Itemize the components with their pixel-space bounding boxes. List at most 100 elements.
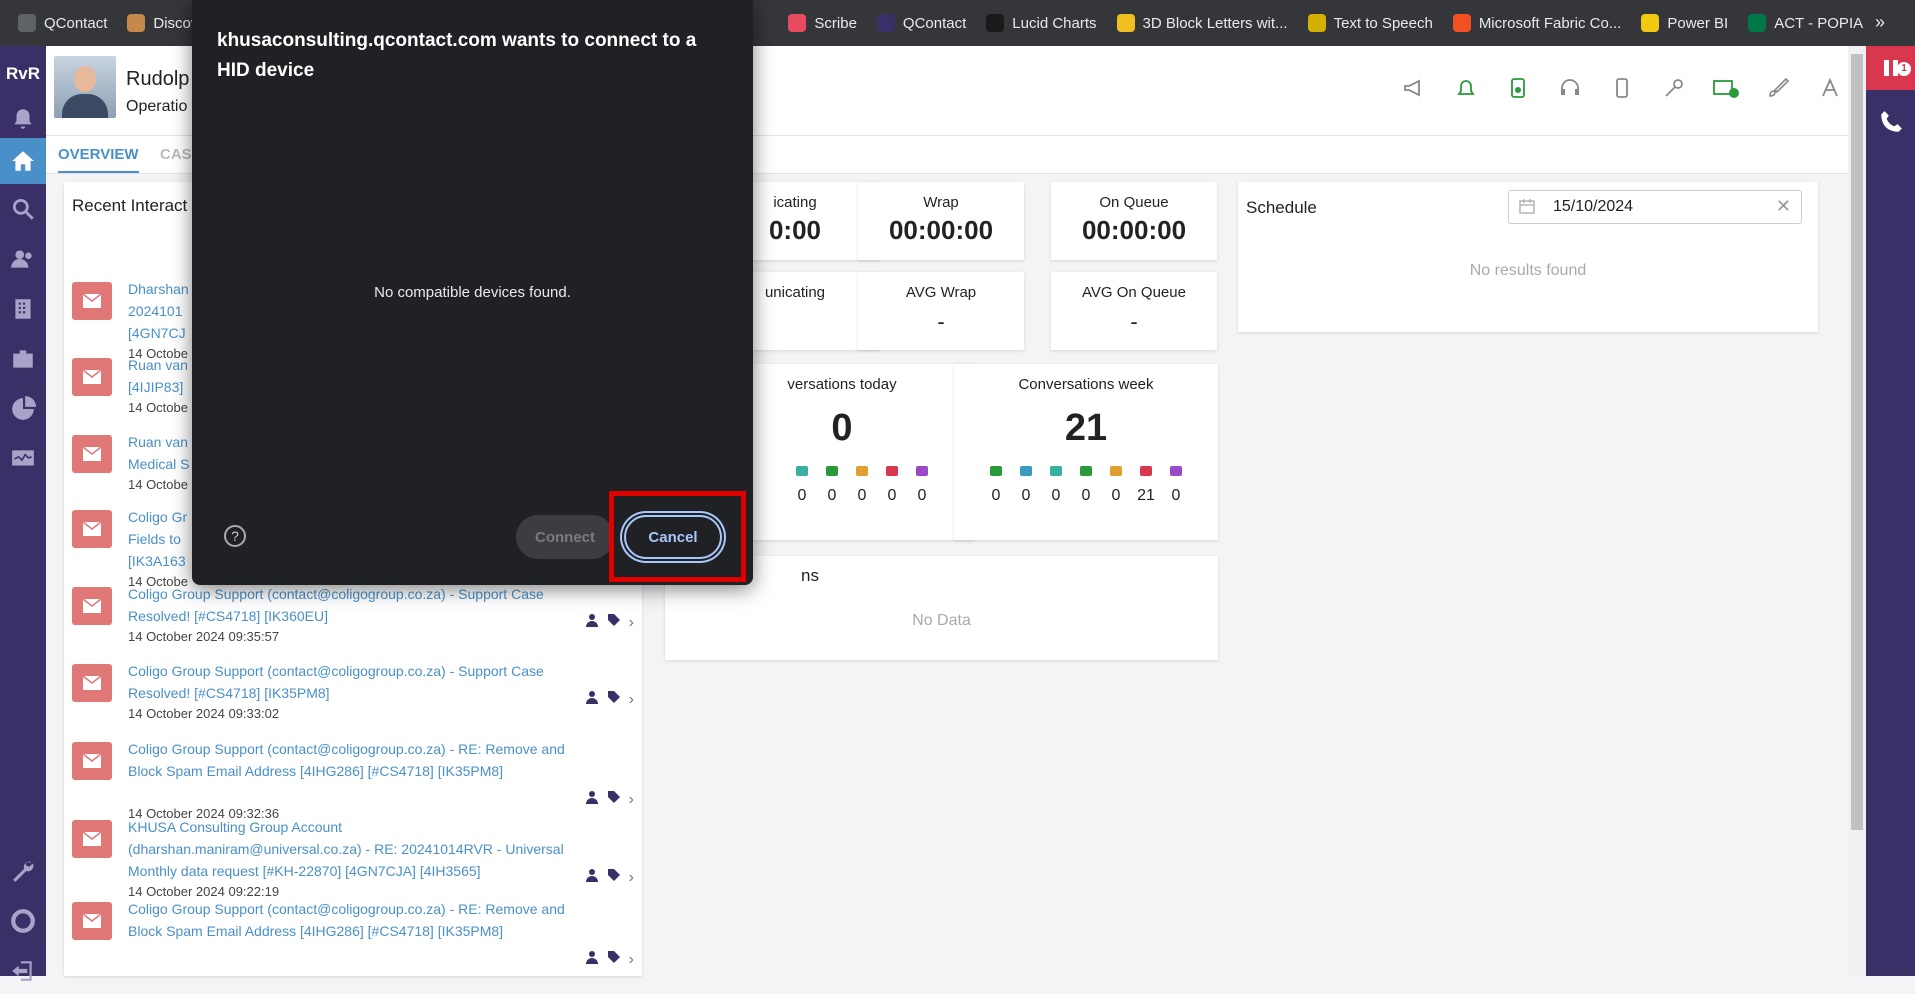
bookmark-favicon-icon [1641,14,1660,32]
tag-icon[interactable] [607,790,621,809]
bookmark-item[interactable]: Scribe [778,8,867,38]
tag-icon[interactable] [607,690,621,709]
speaker-icon[interactable] [1504,74,1532,102]
sessions-title: ns [801,566,819,585]
assigned-user-icon[interactable] [585,690,599,709]
assigned-user-icon[interactable] [585,613,599,632]
schedule-panel: Schedule 15/10/2024 ✕ No results found [1238,182,1818,332]
contacts-icon[interactable] [0,236,46,282]
bookmark-item[interactable]: ACT - POPIA [1738,8,1873,38]
whatsapp-icon [1076,464,1096,481]
tag-icon[interactable] [607,868,621,887]
interaction-subject[interactable]: Coligo Group Support (contact@coligogrou… [128,898,578,942]
user-role: Operatio [126,98,188,115]
notification-badge: 1 [1897,62,1911,76]
list-item[interactable]: Coligo Group Support (contact@coligogrou… [64,577,642,655]
bookmark-favicon-icon [1307,14,1326,32]
channel-count: 0 [917,487,927,504]
tag-icon[interactable] [607,613,621,632]
cases-icon[interactable] [0,336,46,382]
channel-count: 0 [857,487,867,504]
mobile-icon [1106,464,1126,481]
interaction-subject[interactable]: KHUSA Consulting Group Account (dharshan… [128,816,578,882]
font-icon[interactable] [1816,74,1844,102]
chevron-right-icon[interactable]: › [629,691,634,709]
list-item[interactable]: Coligo Group Support (contact@coligogrou… [64,892,642,970]
list-item[interactable]: Coligo Group Support (contact@coligogrou… [64,732,642,821]
chevron-right-icon[interactable]: › [629,951,634,969]
email-icon [72,742,112,780]
mobile-icon[interactable] [1608,74,1636,102]
alarm-bell-icon[interactable] [1452,74,1480,102]
tab-cases[interactable]: CAS [160,146,192,163]
home-icon[interactable] [0,138,46,184]
bookmark-item[interactable]: Lucid Charts [976,8,1106,38]
headset-icon[interactable] [1556,74,1584,102]
chevron-right-icon[interactable]: › [629,614,634,632]
phone-icon[interactable] [1866,102,1915,142]
cancel-button[interactable]: Cancel [624,515,722,559]
bookmark-favicon-icon [788,14,807,32]
mail-status-icon[interactable] [1712,74,1740,102]
transfer-icon [1166,464,1186,481]
connect-button[interactable]: Connect [516,515,614,559]
bookmark-label: QContact [44,14,108,32]
tab-overview[interactable]: OVERVIEW [58,146,139,173]
help-icon[interactable]: ? [224,525,246,547]
email-icon [1136,464,1156,481]
interaction-subject[interactable]: Coligo Group Support (contact@coligogrou… [128,583,578,627]
bookmark-item[interactable]: Text to Speech [1298,8,1443,38]
bookmark-item[interactable]: QContact [867,8,976,38]
megaphone-icon[interactable] [1400,74,1428,102]
recent-interactions-title: Recent Interact [72,196,188,215]
help-lifebuoy-icon[interactable] [0,898,46,944]
stat-on-queue: On Queue 00:00:00 [1051,182,1217,260]
bookmark-item[interactable]: 3D Block Letters wit... [1107,8,1298,38]
bookmarks-more-button[interactable]: » [1875,12,1885,33]
list-item[interactable]: KHUSA Consulting Group Account (dharshan… [64,810,642,899]
schedule-date-input[interactable]: 15/10/2024 ✕ [1508,190,1802,224]
pause-button[interactable]: 1 [1866,46,1915,90]
key-icon[interactable] [1660,74,1688,102]
monitor-icon[interactable] [0,436,46,482]
notifications-icon[interactable] [0,96,46,142]
logout-icon[interactable] [0,948,46,994]
bookmark-label: Power BI [1667,14,1729,32]
search-icon[interactable] [0,186,46,232]
reports-icon[interactable] [0,386,46,432]
interaction-date: 14 Octobe [128,400,188,415]
bookmark-item[interactable]: QContact [8,8,117,38]
transfer-icon [912,464,932,481]
list-item[interactable]: Coligo Group Support (contact@coligogrou… [64,654,642,732]
bookmark-item[interactable]: Microsoft Fabric Co... [1443,8,1632,38]
phone-icon [986,464,1006,481]
chevron-right-icon[interactable]: › [629,869,634,887]
bookmark-item[interactable]: Power BI [1631,8,1738,38]
bookmark-label: Microsoft Fabric Co... [1478,14,1622,32]
brush-icon[interactable] [1764,74,1792,102]
channel-count: 0 [1051,487,1061,504]
hid-permission-dialog: khusaconsulting.qcontact.com wants to co… [192,0,753,585]
interaction-subject[interactable]: Coligo Group Support (contact@coligogrou… [128,660,578,704]
interaction-date: 14 October 2024 09:33:02 [128,706,280,721]
bookmark-favicon-icon [986,14,1005,32]
assigned-user-icon[interactable] [585,868,599,887]
assigned-user-icon[interactable] [585,950,599,969]
clear-date-icon[interactable]: ✕ [1776,196,1791,217]
email-icon [72,587,112,625]
left-nav: RvR [0,46,46,981]
bookmark-favicon-icon [127,14,146,32]
assigned-user-icon[interactable] [585,790,599,809]
channel-count: 0 [1021,487,1031,504]
organisations-icon[interactable] [0,286,46,332]
conversations-week-card: Conversations week 21 0 0 0 0 0 21 0 [954,364,1218,540]
channel-count: 0 [827,487,837,504]
settings-wrench-icon[interactable] [0,848,46,894]
page-scrollbar[interactable] [1848,46,1866,976]
chevron-right-icon[interactable]: › [629,791,634,809]
email-icon [72,435,112,473]
channel-count: 0 [887,487,897,504]
stat-avg-on-queue: AVG On Queue - [1051,272,1217,350]
interaction-subject[interactable]: Coligo Group Support (contact@coligogrou… [128,738,578,782]
tag-icon[interactable] [607,950,621,969]
